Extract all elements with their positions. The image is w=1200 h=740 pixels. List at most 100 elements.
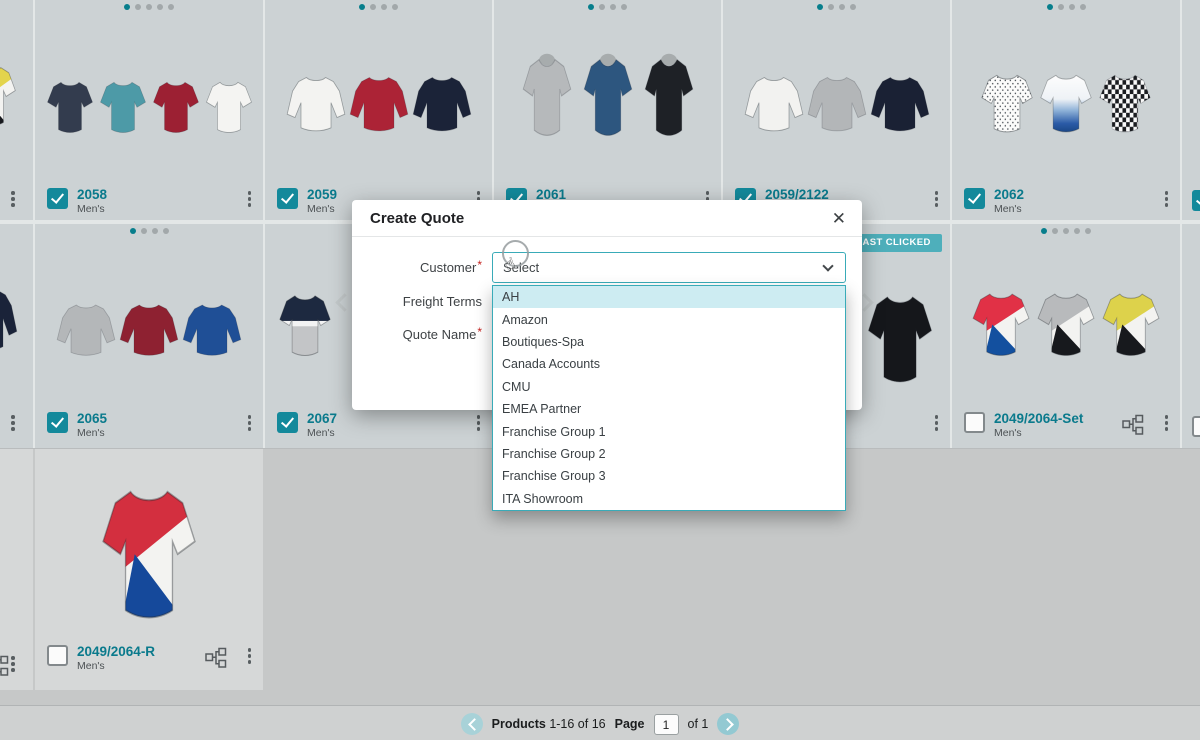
card-menu-icon[interactable] [248, 191, 252, 207]
product-card-partial-left[interactable] [0, 449, 33, 690]
product-checkbox[interactable] [964, 412, 985, 433]
product-shirt-image [1097, 66, 1153, 138]
product-shirt-image [349, 70, 409, 138]
card-menu-icon[interactable] [935, 415, 939, 431]
product-shirt-image [979, 66, 1035, 138]
product-checkbox[interactable] [47, 412, 68, 433]
customer-dropdown-list: AHAmazonBoutiques-SpaCanada AccountsCMUE… [492, 285, 846, 511]
modal-title: Create Quote [370, 210, 464, 227]
product-code[interactable]: 2058 [77, 187, 107, 202]
field-label-text: Quote Name [403, 327, 477, 342]
product-images [494, 40, 721, 142]
carousel-dots[interactable] [265, 4, 492, 10]
product-shirt-image [744, 70, 804, 138]
product-catalog-app: 2058 Men's 2059 Men's 2061 Men's 2059/21… [0, 0, 1200, 740]
card-menu-icon[interactable] [1165, 415, 1169, 431]
product-card-partial-left[interactable] [0, 0, 33, 220]
product-card-2059[interactable]: 2059 Men's [265, 0, 492, 220]
product-shirt-image [204, 74, 254, 138]
product-set-icon[interactable] [0, 655, 9, 677]
carousel-dots[interactable] [494, 4, 721, 10]
dropdown-option[interactable]: Boutiques-Spa [493, 331, 845, 353]
dropdown-option[interactable]: EMEA Partner [493, 398, 845, 420]
product-code[interactable]: 2059 [307, 187, 337, 202]
product-code[interactable]: 2049/2064-Set [994, 411, 1083, 426]
carousel-dots[interactable] [35, 228, 263, 234]
product-card-2049-2064-set[interactable]: 2049/2064-Set Men's [952, 224, 1180, 448]
card-menu-icon[interactable] [248, 415, 252, 431]
product-code[interactable]: 2065 [77, 411, 107, 426]
dropdown-option[interactable]: Franchise Group 1 [493, 420, 845, 442]
product-images [952, 48, 1180, 138]
product-card-2061[interactable]: 2061 Men's [494, 0, 721, 220]
dropdown-option[interactable]: CMU [493, 376, 845, 398]
product-card-2065[interactable]: 2065 Men's [35, 224, 263, 448]
carousel-dots[interactable] [723, 4, 950, 10]
dropdown-option[interactable]: Amazon [493, 308, 845, 330]
product-code[interactable]: 2062 [994, 187, 1024, 202]
product-category: Men's [994, 203, 1022, 215]
card-menu-icon[interactable] [248, 648, 252, 664]
range-text: 1-16 of 16 [549, 717, 605, 731]
product-shirt-image [807, 70, 867, 138]
product-card-2059-2122[interactable]: 2059/2122 Men's [723, 0, 950, 220]
product-checkbox[interactable] [1192, 416, 1200, 437]
dropdown-option[interactable]: Canada Accounts [493, 353, 845, 375]
page-number-input[interactable]: 1 [654, 714, 679, 735]
product-code[interactable]: 2067 [307, 411, 337, 426]
product-card-partial-left[interactable] [0, 224, 33, 448]
product-checkbox[interactable] [1192, 190, 1200, 211]
customer-select[interactable]: Select [492, 252, 846, 283]
required-mark: * [477, 325, 482, 339]
product-category: Men's [307, 427, 335, 439]
product-checkbox[interactable] [47, 188, 68, 209]
pagination-prev-button[interactable] [461, 713, 483, 735]
dropdown-option[interactable]: Franchise Group 2 [493, 443, 845, 465]
product-card-2062[interactable]: 2062 Men's [952, 0, 1180, 220]
product-shirt-image [1038, 66, 1094, 138]
product-checkbox[interactable] [47, 645, 68, 666]
product-card-partial-right[interactable] [1182, 224, 1200, 448]
card-menu-icon[interactable] [1165, 191, 1169, 207]
carousel-dots[interactable] [952, 4, 1180, 10]
product-card-2058[interactable]: 2058 Men's [35, 0, 263, 220]
products-range: Products 1-16 of 16 [492, 717, 606, 731]
product-checkbox[interactable] [964, 188, 985, 209]
product-shirt-image [1035, 284, 1097, 362]
customer-field-label: Customer* [352, 260, 482, 275]
product-shirt-image [98, 471, 200, 631]
product-shirt-image [182, 298, 242, 362]
card-menu-icon[interactable] [935, 191, 939, 207]
product-shirt-image [640, 44, 698, 142]
product-code[interactable]: 2049/2064-R [77, 644, 155, 659]
card-menu-icon[interactable] [11, 415, 15, 431]
product-shirt-image [0, 282, 18, 358]
product-checkbox[interactable] [277, 188, 298, 209]
product-card-2049-2064-r[interactable]: 2049/2064-R Men's [35, 449, 263, 690]
carousel-dots[interactable] [952, 228, 1180, 234]
product-set-icon[interactable] [1122, 414, 1144, 436]
dropdown-option[interactable]: Franchise Group 3 [493, 465, 845, 487]
product-shirt-image [865, 283, 935, 391]
product-card-partial-right[interactable] [1182, 0, 1200, 220]
card-menu-icon[interactable] [11, 191, 15, 207]
dropdown-option[interactable]: ITA Showroom [493, 488, 845, 510]
close-icon[interactable]: ✕ [832, 210, 846, 227]
product-checkbox[interactable] [277, 412, 298, 433]
pagination-next-button[interactable] [717, 713, 739, 735]
page-of-text: of 1 [688, 717, 709, 731]
product-category: Men's [994, 427, 1022, 439]
modal-header: Create Quote ✕ [352, 200, 862, 237]
product-shirt-image [277, 286, 333, 362]
product-category: Men's [77, 203, 105, 215]
product-shirt-image [970, 284, 1032, 362]
pagination-bar: Products 1-16 of 16 Page 1 of 1 [0, 705, 1200, 740]
carousel-dots[interactable] [35, 4, 263, 10]
card-menu-icon[interactable] [477, 415, 481, 431]
product-set-icon[interactable] [205, 647, 227, 669]
product-images [35, 469, 263, 631]
dropdown-option[interactable]: AH [493, 286, 845, 308]
product-shirt-image [56, 298, 116, 362]
product-category: Men's [307, 203, 335, 215]
card-menu-icon[interactable] [11, 656, 15, 672]
